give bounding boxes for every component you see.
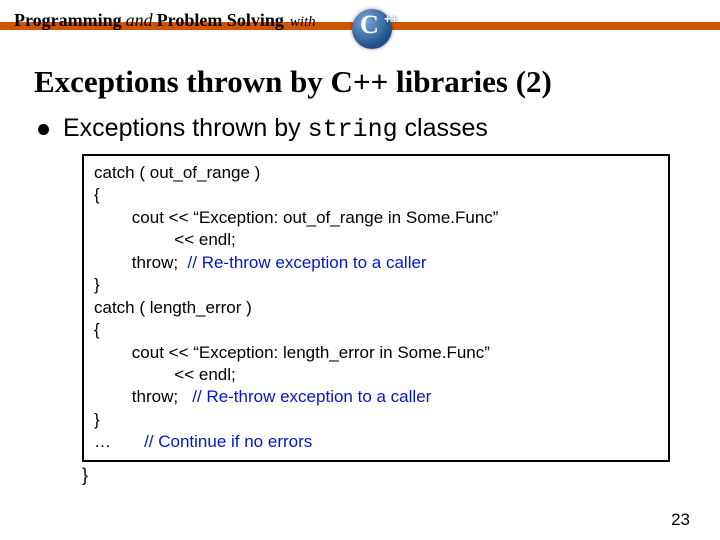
code-line: << endl; xyxy=(94,229,658,251)
bullet-text-before: Exceptions thrown by xyxy=(63,114,308,142)
banner-word-problem-solving: Problem Solving xyxy=(157,10,284,31)
slide-title: Exceptions thrown by C++ libraries (2) xyxy=(34,64,720,100)
banner-word-programming: Programming xyxy=(14,10,122,31)
code-closing-brace: } xyxy=(82,465,720,486)
page-number: 23 xyxy=(671,510,690,530)
code-comment: // Re-throw exception to a caller xyxy=(188,253,427,272)
bullet-icon xyxy=(38,124,49,135)
cpp-logo-letter: C xyxy=(360,10,379,40)
book-title: Programming and Problem Solving with xyxy=(14,10,316,31)
bullet-code-word: string xyxy=(308,115,398,144)
cpp-logo: C ++ xyxy=(346,3,402,45)
code-line: … // Continue if no errors xyxy=(94,431,658,453)
code-line: throw; // Re-throw exception to a caller xyxy=(94,386,658,408)
code-line: } xyxy=(94,409,658,431)
cpp-logo-plus: ++ xyxy=(384,15,398,23)
code-block: catch ( out_of_range ) { cout << “Except… xyxy=(82,154,670,462)
bullet-text: Exceptions thrown by string classes xyxy=(63,114,488,144)
code-line: catch ( length_error ) xyxy=(94,297,658,319)
banner-word-with: with xyxy=(290,14,316,31)
code-comment: // Re-throw exception to a caller xyxy=(192,387,431,406)
header-banner: Programming and Problem Solving with C +… xyxy=(0,0,720,56)
code-line: cout << “Exception: out_of_range in Some… xyxy=(94,207,658,229)
code-line: throw; // Re-throw exception to a caller xyxy=(94,252,658,274)
banner-word-and: and xyxy=(126,10,153,31)
code-line: << endl; xyxy=(94,364,658,386)
code-line: { xyxy=(94,319,658,341)
bullet-text-after: classes xyxy=(398,114,488,142)
code-comment: // Continue if no errors xyxy=(144,432,312,451)
code-line: cout << “Exception: length_error in Some… xyxy=(94,342,658,364)
code-line: catch ( out_of_range ) xyxy=(94,162,658,184)
code-line: { xyxy=(94,184,658,206)
bullet-item: Exceptions thrown by string classes xyxy=(38,114,720,144)
code-line: } xyxy=(94,274,658,296)
